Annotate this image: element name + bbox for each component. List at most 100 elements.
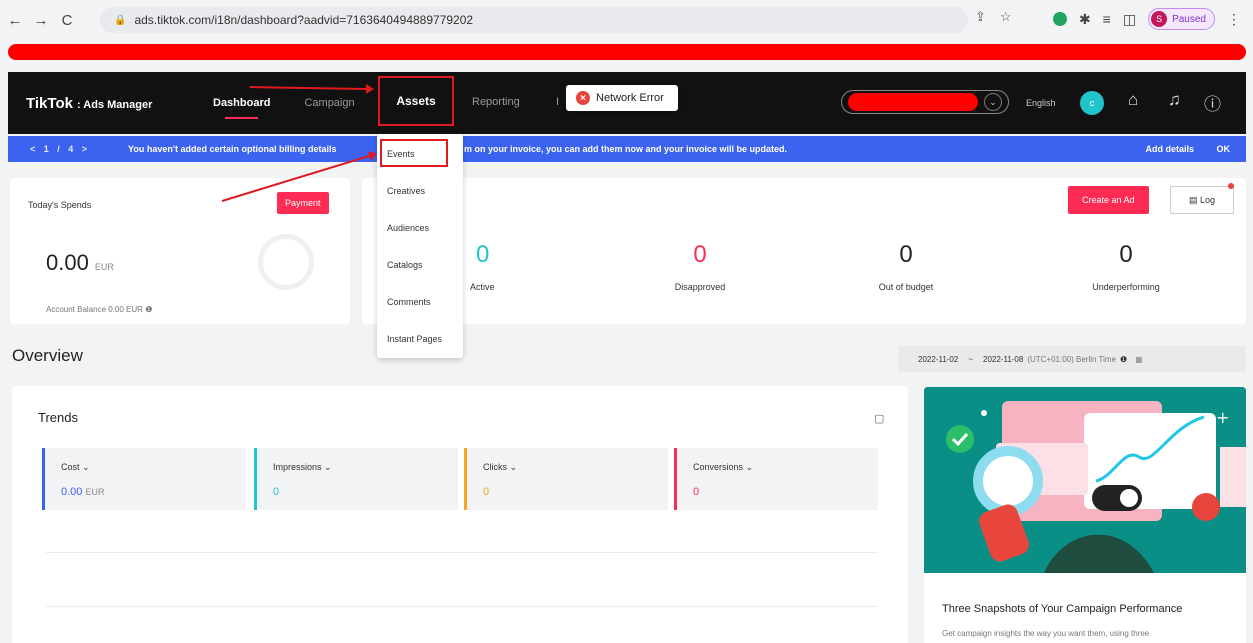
assets-dropdown-menu: Events Creatives Audiences Catalogs Comm… [377, 134, 463, 358]
date-range-picker[interactable]: 2022-11-02 ~ 2022-11-08 (UTC+01:00) Berl… [898, 346, 1246, 372]
reading-list-icon[interactable]: ≡ [1103, 11, 1111, 27]
stat-value: 0 [1119, 241, 1133, 268]
main-nav: Dashboard Campaign [213, 72, 389, 134]
stat-underperforming[interactable]: 0 Underperforming [1056, 241, 1196, 293]
date-end: 2022-11-08 [983, 354, 1024, 364]
spend-donut-chart [258, 234, 314, 290]
side-panel-icon[interactable]: ◫ [1123, 11, 1136, 28]
banner-message-continued: m on your invoice, you can add them now … [464, 144, 788, 154]
nav-assets[interactable]: Assets [378, 76, 454, 126]
overview-title: Overview [12, 346, 83, 365]
log-button[interactable]: ▤ Log [1170, 186, 1234, 214]
metric-value: 0 [273, 486, 280, 498]
ad-status-card: Create an Ad ▤ Log 0 Active 0 Disapprove… [362, 178, 1246, 324]
menu-item-audiences[interactable]: Audiences [387, 223, 429, 233]
metric-clicks[interactable]: Clicks ⌄ 0 [464, 448, 668, 510]
payment-button[interactable]: Payment [277, 192, 329, 214]
metric-name: Clicks ⌄ [483, 462, 518, 472]
promo-title: Three Snapshots of Your Campaign Perform… [942, 603, 1183, 615]
date-separator: ~ [968, 354, 973, 364]
banner-message: You haven't added certain optional billi… [128, 144, 337, 154]
info-icon[interactable]: ❶ [145, 305, 152, 314]
bell-icon[interactable]: ♫ [1168, 90, 1181, 110]
stat-label: Underperforming [1092, 282, 1160, 292]
metric-conversions[interactable]: Conversions ⌄ 0 [674, 448, 878, 510]
puzzle-icon[interactable]: ✱ [1079, 11, 1091, 28]
info-icon[interactable]: ❶ [1120, 355, 1127, 364]
chevron-down-icon: ⌄ [82, 462, 90, 472]
lock-icon: 🔒 [114, 14, 127, 26]
reload-icon[interactable]: C [56, 9, 78, 31]
stat-label: Disapproved [674, 282, 726, 292]
stat-value: 0 [899, 241, 913, 268]
account-balance: Account Balance 0.00 EUR ❶ [46, 305, 153, 314]
metric-value: 0 [693, 486, 700, 498]
address-bar-actions: ⇪ ☆ [975, 9, 1012, 25]
network-error-toast: × Network Error [566, 85, 678, 111]
network-error-text: Network Error [596, 92, 664, 104]
metric-value: 0.00 EUR [61, 486, 105, 498]
chevron-down-icon: ⌄ [509, 462, 518, 472]
nav-campaign[interactable]: Campaign [304, 97, 354, 109]
back-arrow-icon[interactable]: ← [4, 9, 26, 31]
redacted-account-name [848, 93, 978, 111]
log-icon: ▤ [1188, 194, 1200, 205]
add-details-link[interactable]: Add details [1145, 144, 1194, 154]
svg-text:+: + [1216, 408, 1229, 427]
spend-label: Today's Spends [28, 200, 92, 210]
nav-dashboard[interactable]: Dashboard [213, 97, 270, 119]
metric-cost[interactable]: Cost ⌄ 0.00 EUR [42, 448, 246, 510]
chart-gridline [46, 552, 878, 553]
extension-icon[interactable] [1052, 12, 1067, 26]
forward-arrow-icon[interactable]: → [30, 9, 52, 31]
redaction-bar [8, 44, 1246, 60]
address-bar[interactable]: 🔒 ads.tiktok.com/i18n/dashboard?aadvid=7… [100, 7, 968, 33]
stat-disapproved[interactable]: 0 Disapproved [630, 242, 770, 293]
language-selector[interactable]: English [1026, 98, 1056, 108]
profile-button[interactable]: S Paused [1148, 8, 1215, 30]
banner-pager[interactable]: < 1 / 4 > [30, 144, 90, 154]
help-icon[interactable]: ⓘ [1204, 90, 1221, 115]
metric-name: Cost ⌄ [61, 462, 90, 472]
browser-extensions: ✱ ≡ ◫ S Paused ⋮ [1052, 8, 1241, 30]
user-avatar[interactable]: c [1080, 91, 1104, 115]
banner-ok-button[interactable]: OK [1217, 144, 1231, 154]
menu-item-catalogs[interactable]: Catalogs [387, 260, 423, 270]
profile-avatar: S [1151, 11, 1168, 27]
metric-value: 0 [483, 486, 490, 498]
campaign-snapshots-card[interactable]: + Three Snapshots of Your Campaign Perfo… [924, 387, 1246, 643]
events-highlight-box [380, 139, 448, 167]
date-start: 2022-11-02 [918, 354, 959, 364]
promo-illustration: + [924, 387, 1246, 573]
share-icon[interactable]: ⇪ [975, 9, 986, 25]
metric-name: Impressions ⌄ [273, 462, 332, 472]
nav-tools[interactable]: I [556, 96, 559, 108]
billing-notice-banner: < 1 / 4 > You haven't added certain opti… [8, 136, 1246, 162]
menu-item-instant-pages[interactable]: Instant Pages [387, 334, 442, 344]
timezone: (UTC+01:00) Berlin Time [1027, 354, 1117, 364]
menu-item-creatives[interactable]: Creatives [387, 186, 425, 196]
calendar-icon[interactable]: ▦ [1135, 355, 1143, 364]
chart-gridline [46, 606, 878, 607]
bookmark-star-icon[interactable]: ☆ [1000, 9, 1012, 25]
chevron-down-icon: ⌄ [745, 462, 754, 472]
url-text: ads.tiktok.com/i18n/dashboard?aadvid=716… [134, 13, 474, 27]
briefcase-icon[interactable]: ⌂ [1128, 90, 1138, 110]
stat-out-of-budget[interactable]: 0 Out of budget [836, 241, 976, 293]
chevron-down-icon: ⌄ [324, 462, 332, 472]
trends-card: Trends ▢ Cost ⌄ 0.00 EUR Impressions ⌄ 0… [12, 386, 908, 643]
tiktok-logo[interactable]: TikTok: Ads Manager [26, 95, 152, 112]
spend-amount: 0.00 EUR [46, 250, 114, 275]
notification-dot [1228, 183, 1234, 189]
nav-reporting[interactable]: Reporting [472, 96, 520, 108]
metric-impressions[interactable]: Impressions ⌄ 0 [254, 448, 458, 510]
trends-title: Trends [38, 410, 78, 425]
menu-kebab-icon[interactable]: ⋮ [1227, 11, 1241, 28]
account-selector[interactable]: ⌄ [841, 90, 1009, 114]
export-icon[interactable]: ▢ [874, 412, 884, 425]
browser-toolbar: ← → C 🔒 ads.tiktok.com/i18n/dashboard?aa… [0, 0, 1253, 40]
menu-item-comments[interactable]: Comments [387, 297, 431, 307]
metric-name: Conversions ⌄ [693, 462, 754, 472]
create-ad-button[interactable]: Create an Ad [1068, 186, 1149, 214]
error-icon: × [576, 91, 590, 105]
